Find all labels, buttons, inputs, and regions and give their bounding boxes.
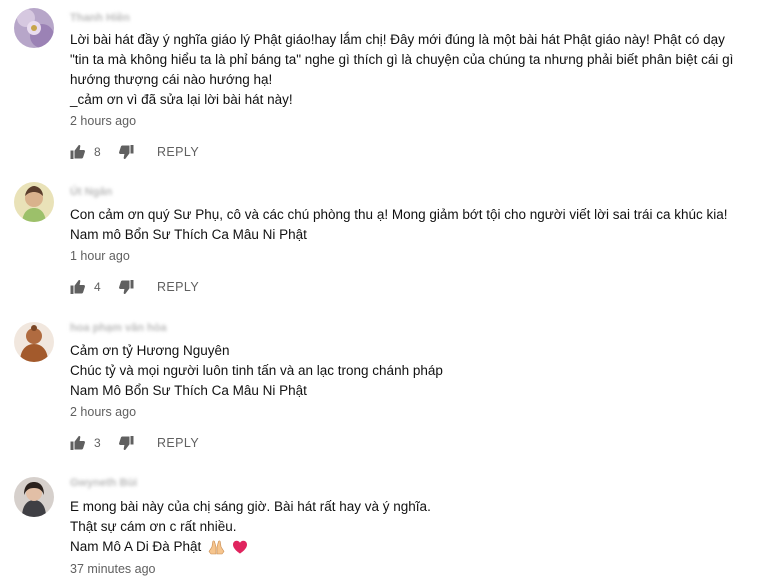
comment-text-line: E mong bài này của chị sáng giờ. Bài hát… <box>70 499 431 514</box>
comment-text-line: Thật sự cám ơn c rất nhiều. <box>70 519 237 534</box>
comment-text-line: "tin ta mà không hiểu ta là phỉ báng ta"… <box>70 52 734 67</box>
comment-timestamp[interactable]: 1 hour ago <box>70 249 130 263</box>
comment-item: Út Ngân Con cảm ơn quý Sư Phụ, cô và các… <box>0 170 761 310</box>
comment-timestamp[interactable]: 2 hours ago <box>70 114 136 128</box>
thumbs-down-icon[interactable] <box>118 144 134 160</box>
like-count: 8 <box>94 145 101 159</box>
comment-author[interactable]: hoa phạm văn hòa <box>70 322 167 334</box>
comment-item: Thanh Hiền Lời bài hát đầy ý nghĩa giáo … <box>0 0 761 170</box>
comment-actions: 4 REPLY <box>70 278 270 298</box>
comment-text-line: _cảm ơn vì đã sửa lại lời bài hát này! <box>70 92 293 107</box>
thumbs-down-icon[interactable] <box>118 279 134 295</box>
comment-item: hoa phạm văn hòa Cảm ơn tỷ Hương Nguyên … <box>0 310 761 460</box>
comment-text-line: Nam Mô A Di Đà Phật <box>70 537 248 557</box>
comment-text-line: Chúc tỷ và mọi người luôn tinh tấn và an… <box>70 363 443 378</box>
comment-text-line: Nam Mô Bổn Sư Thích Ca Mâu Ni Phật <box>70 383 307 398</box>
heart-icon <box>232 541 247 554</box>
comment-actions: 3 REPLY <box>70 434 270 454</box>
comment-text-line: Cảm ơn tỷ Hương Nguyên <box>70 343 230 358</box>
comment-text-line: Lời bài hát đầy ý nghĩa giáo lý Phật giá… <box>70 32 725 47</box>
reply-button[interactable]: REPLY <box>157 436 199 450</box>
comment-timestamp[interactable]: 2 hours ago <box>70 405 136 419</box>
like-count: 4 <box>94 280 101 294</box>
reply-button[interactable]: REPLY <box>157 145 199 159</box>
reply-button[interactable]: REPLY <box>157 280 199 294</box>
thumbs-up-icon[interactable] <box>70 144 86 160</box>
comment-author[interactable]: Thanh Hiền <box>70 12 130 24</box>
comment-author[interactable]: Gwyneth Bùi <box>70 477 137 489</box>
comment-author[interactable]: Út Ngân <box>70 186 112 198</box>
comment-timestamp[interactable]: 37 minutes ago <box>70 562 155 576</box>
comment-text-line: Nam mô Bổn Sư Thích Ca Mâu Ni Phật <box>70 227 307 242</box>
comment-text: Nam Mô A Di Đà Phật <box>70 539 202 554</box>
flower-avatar-icon[interactable] <box>14 8 54 48</box>
thumbs-up-icon[interactable] <box>70 279 86 295</box>
praying-hands-icon <box>208 540 225 555</box>
comment-actions: 8 REPLY <box>70 143 270 163</box>
like-count: 3 <box>94 436 101 450</box>
thumbs-down-icon[interactable] <box>118 435 134 451</box>
comment-text-line: hướng thượng cái nào hướng hạ! <box>70 72 273 87</box>
buddha-avatar-icon[interactable] <box>14 322 54 362</box>
person-avatar-icon[interactable] <box>14 182 54 222</box>
thumbs-up-icon[interactable] <box>70 435 86 451</box>
comment-item: Gwyneth Bùi E mong bài này của chị sáng … <box>0 465 761 587</box>
person-avatar-icon[interactable] <box>14 477 54 517</box>
comment-text-line: Con cảm ơn quý Sư Phụ, cô và các chú phò… <box>70 207 728 222</box>
